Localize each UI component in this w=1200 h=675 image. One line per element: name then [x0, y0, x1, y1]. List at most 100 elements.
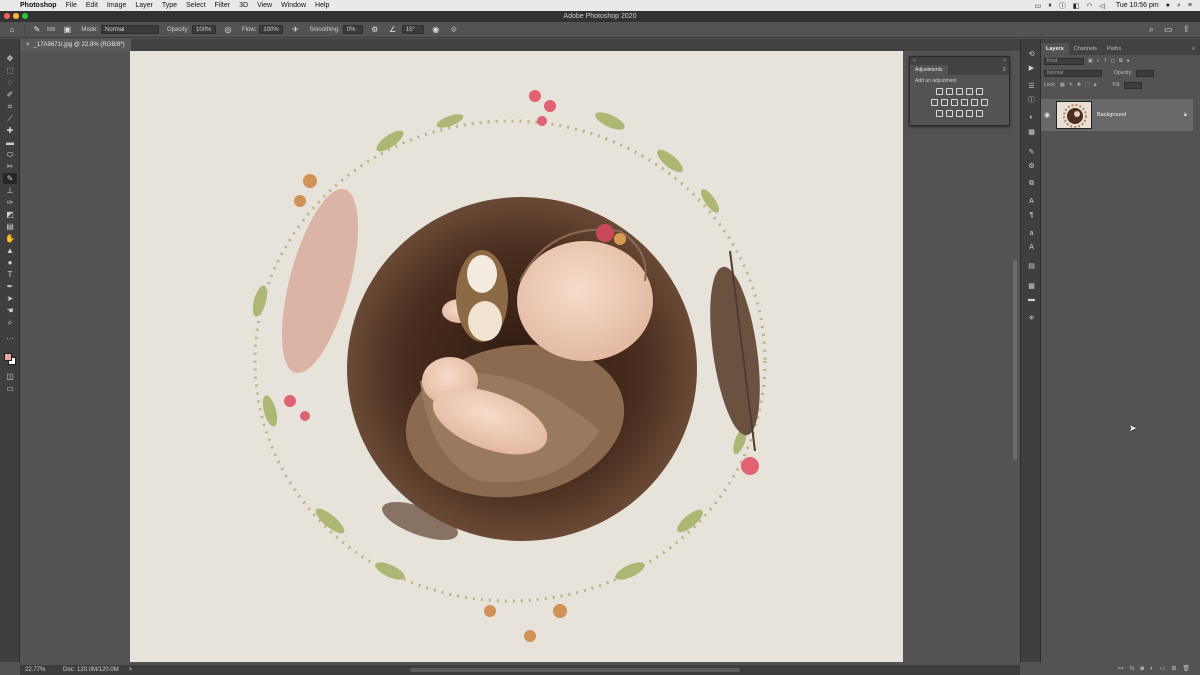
- new-group-icon[interactable]: ▭: [1160, 665, 1166, 672]
- document-canvas[interactable]: [130, 51, 903, 662]
- eyedropper-tool-icon[interactable]: ⟋: [3, 113, 17, 124]
- pen-tool-icon[interactable]: ✒: [3, 281, 17, 292]
- actions-icon[interactable]: ▶: [1026, 63, 1037, 72]
- menu-image[interactable]: Image: [107, 2, 126, 9]
- tab-layers[interactable]: Layers: [1041, 43, 1069, 55]
- menu-list-icon[interactable]: ≡: [1188, 2, 1192, 9]
- dodge-tool-icon[interactable]: ●: [3, 257, 17, 268]
- workspace-icon[interactable]: ▭: [1164, 24, 1173, 35]
- brush-panel-icon[interactable]: ▣: [61, 24, 73, 36]
- lock-transparent-icon[interactable]: ▦: [1060, 82, 1065, 88]
- document-tab[interactable]: × _17A9671r.jpg @ 22.8% (RGB/8*): [20, 39, 131, 51]
- tab-adjustments[interactable]: Adjustments: [910, 65, 948, 75]
- layer-style-icon[interactable]: fx: [1130, 666, 1135, 672]
- quick-mask-icon[interactable]: ◫: [3, 371, 17, 382]
- brush-tool-icon[interactable]: ✎: [3, 173, 17, 184]
- invert-icon[interactable]: [936, 110, 943, 117]
- burn-tool-icon[interactable]: ▲: [3, 245, 17, 256]
- menu-3d[interactable]: 3D: [239, 2, 248, 9]
- 3d-icon[interactable]: ✳: [1026, 313, 1037, 322]
- tab-channels[interactable]: Channels: [1069, 43, 1102, 55]
- type-tool-icon[interactable]: T: [3, 269, 17, 280]
- move-tool-icon[interactable]: ✥: [3, 53, 17, 64]
- vibrance-icon[interactable]: [976, 88, 983, 95]
- drive-icon[interactable]: ◧: [1073, 2, 1080, 10]
- layer-kind-filter[interactable]: Kind: [1044, 57, 1084, 65]
- brush-preset-icon[interactable]: ✎: [31, 24, 43, 36]
- path-select-icon[interactable]: ➤: [3, 293, 17, 304]
- foreground-color-swatch[interactable]: [4, 353, 12, 361]
- mode-select[interactable]: Normal: [101, 25, 160, 34]
- hue-saturation-icon[interactable]: [931, 99, 938, 106]
- pressure-size-icon[interactable]: ◉: [430, 24, 442, 36]
- panel-menu-icon[interactable]: ≡: [1187, 43, 1200, 55]
- eraser-tool-icon[interactable]: ◩: [3, 209, 17, 220]
- home-icon[interactable]: ⌂: [6, 24, 18, 36]
- link-layers-icon[interactable]: ⊶: [1118, 665, 1124, 672]
- collapse-icon[interactable]: »: [913, 58, 916, 64]
- gradient-tool-icon[interactable]: ▤: [3, 221, 17, 232]
- airbrush-icon[interactable]: ✈: [289, 24, 301, 36]
- channel-mixer-icon[interactable]: [971, 99, 978, 106]
- gear-icon[interactable]: ⚙: [369, 24, 381, 36]
- history-icon[interactable]: ⟲: [1026, 49, 1037, 58]
- menu-type[interactable]: Type: [162, 2, 177, 9]
- new-layer-icon[interactable]: ⊞: [1171, 665, 1176, 672]
- blend-mode-select[interactable]: Normal: [1044, 69, 1102, 77]
- brushes-icon[interactable]: ✎: [1026, 147, 1037, 156]
- menu-app-name[interactable]: Photoshop: [20, 2, 57, 9]
- close-window-button[interactable]: [4, 13, 10, 19]
- minimize-window-button[interactable]: [13, 13, 19, 19]
- lock-artboard-icon[interactable]: ⬚: [1085, 82, 1090, 88]
- color-balance-icon[interactable]: [941, 99, 948, 106]
- zoom-window-button[interactable]: [22, 13, 28, 19]
- layer-opacity-field[interactable]: [1136, 69, 1155, 77]
- hand-tool-icon[interactable]: ☚: [3, 305, 17, 316]
- lasso-tool-icon[interactable]: ◌: [3, 77, 17, 88]
- libraries-icon[interactable]: ▤: [1026, 261, 1037, 270]
- pressure-opacity-icon[interactable]: ◎: [222, 24, 234, 36]
- angle-field[interactable]: 15°: [401, 25, 424, 34]
- canvas-workspace[interactable]: [21, 51, 1020, 662]
- wifi-icon[interactable]: ◠: [1086, 2, 1092, 10]
- swatches-icon[interactable]: ▦: [1026, 127, 1037, 136]
- posterize-icon[interactable]: [946, 110, 953, 117]
- zoom-tool-icon[interactable]: ⌕: [3, 317, 17, 328]
- more-tools-icon[interactable]: …: [3, 331, 17, 342]
- panel-menu-icon[interactable]: ≡: [999, 67, 1009, 75]
- tab-paths[interactable]: Paths: [1102, 43, 1126, 55]
- glyphs-icon[interactable]: a: [1026, 229, 1037, 238]
- symmetry-icon[interactable]: ⟐: [448, 24, 460, 36]
- photo-filter-icon[interactable]: [961, 99, 968, 106]
- menu-file[interactable]: File: [66, 2, 77, 9]
- filter-type-icon[interactable]: T: [1104, 58, 1107, 64]
- display-icon[interactable]: ▭: [1035, 2, 1042, 10]
- layer-fill-field[interactable]: [1124, 81, 1143, 89]
- menu-layer[interactable]: Layer: [135, 2, 153, 9]
- menu-filter[interactable]: Filter: [215, 2, 231, 9]
- color-lookup-icon[interactable]: [981, 99, 988, 106]
- filter-adjustment-icon[interactable]: ◐: [1097, 58, 1100, 64]
- screen-mode-icon[interactable]: ▭: [3, 383, 17, 394]
- healing-tool-icon[interactable]: ✚: [3, 125, 17, 136]
- ruler-tool-icon[interactable]: ▬: [3, 137, 17, 148]
- vertical-scrollbar[interactable]: [1013, 260, 1017, 460]
- levels-icon[interactable]: [946, 88, 953, 95]
- info-icon[interactable]: ⓘ: [1026, 95, 1037, 104]
- status-menu-arrow[interactable]: >: [129, 667, 133, 673]
- volume-icon[interactable]: ◁: [1099, 2, 1104, 10]
- delete-layer-icon[interactable]: 🗑︎: [1182, 665, 1190, 672]
- flow-field[interactable]: 100%: [259, 25, 284, 34]
- smudge-tool-icon[interactable]: ✋: [3, 233, 17, 244]
- brush-size[interactable]: 500: [47, 27, 55, 33]
- filter-smart-icon[interactable]: ⧉: [1119, 58, 1123, 64]
- marquee-tool-icon[interactable]: ⬚: [3, 65, 17, 76]
- pause-icon[interactable]: ⏸: [1048, 2, 1052, 10]
- brush-settings-icon[interactable]: ⚙: [1026, 161, 1037, 170]
- lock-position-icon[interactable]: ✥: [1077, 82, 1081, 88]
- frame-tool-icon[interactable]: ⬭: [3, 149, 17, 160]
- selective-color-icon[interactable]: [976, 110, 983, 117]
- opacity-field[interactable]: 100%: [192, 25, 217, 34]
- search-icon[interactable]: ⌕: [1149, 24, 1154, 35]
- curves-icon[interactable]: [956, 88, 963, 95]
